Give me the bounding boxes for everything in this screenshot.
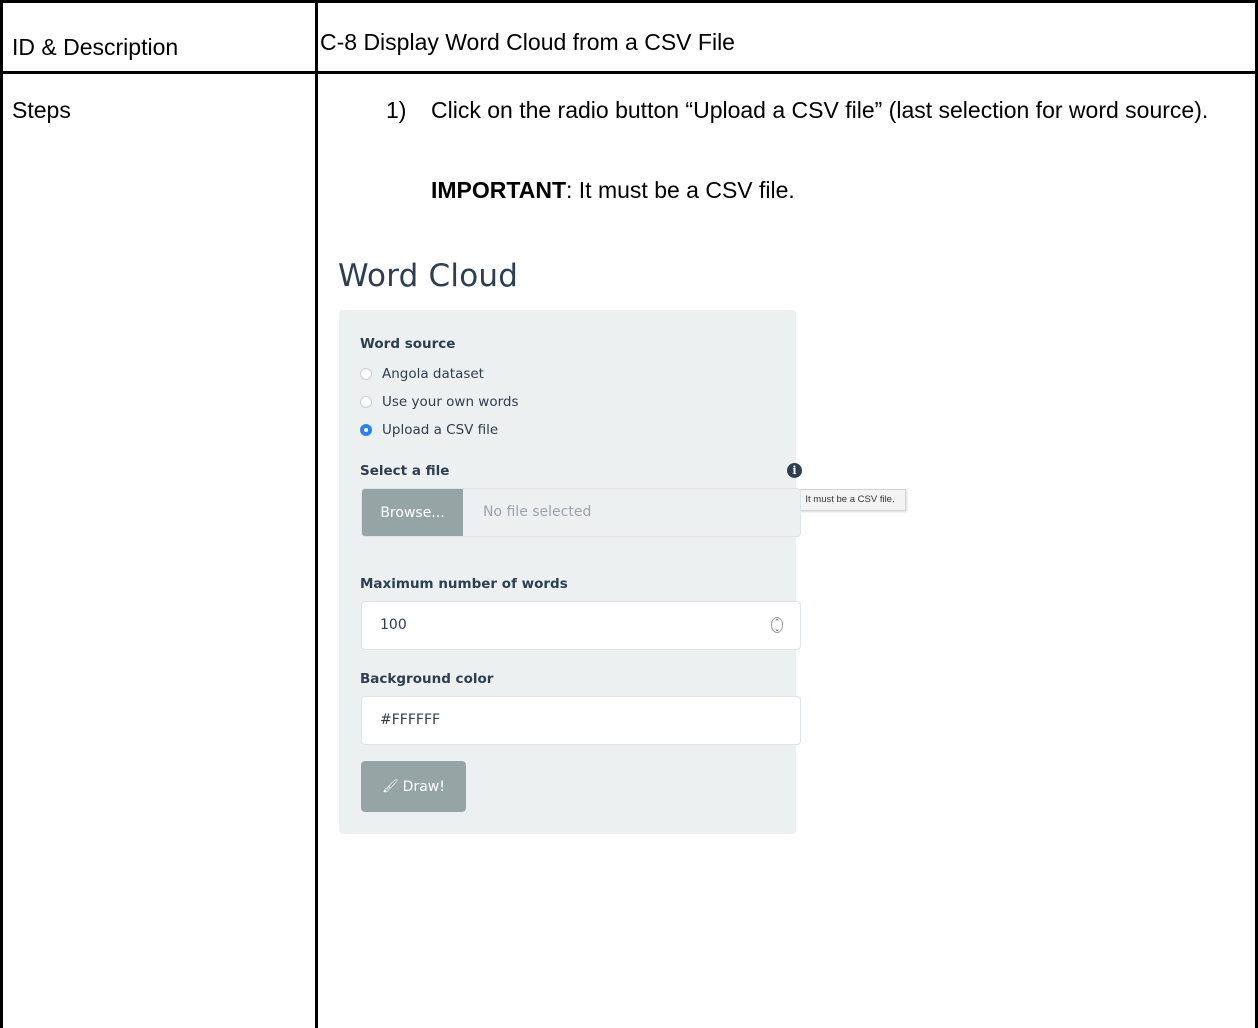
browse-button[interactable]: Browse... [362,489,463,536]
id-description-value: C-8 Display Word Cloud from a CSV File [320,29,735,55]
select-file-label: Select a file [360,463,450,479]
important-text: : It must be a CSV file. [566,177,795,203]
table-border-left [0,0,3,1028]
radio-own-words[interactable]: Use your own words [360,394,519,410]
radio-label: Upload a CSV file [382,422,499,438]
bg-color-input[interactable]: #FFFFFF [361,696,801,745]
app-title: Word Cloud [338,258,519,294]
important-label: IMPORTANT [431,177,567,203]
step-number: 1) [386,97,407,123]
radio-label: Angola dataset [382,366,484,382]
draw-label: Draw! [402,778,445,795]
steps-label: Steps [12,97,71,123]
radio-icon [360,368,372,380]
info-circle-icon[interactable]: i [787,463,802,478]
radio-checked-icon [360,424,372,436]
id-description-label: ID & Description [12,34,179,60]
table-column-divider [315,0,318,1028]
tooltip: It must be a CSV file. [794,489,906,511]
sidebar-panel [339,310,796,834]
draw-button[interactable]: 🖌 Draw! [361,761,466,812]
paint-brush-icon: 🖌 [382,779,399,794]
word-source-label: Word source [360,336,456,352]
table-row-divider [0,71,1258,74]
spinner-icon[interactable]: ⌃ ⌄ [771,617,783,633]
max-words-input[interactable]: 100 ⌃ ⌄ [361,601,801,650]
table-border-top [0,0,1258,3]
file-placeholder: No file selected [483,504,592,520]
radio-icon [360,396,372,408]
max-words-value: 100 [380,617,407,633]
radio-label: Use your own words [382,394,519,410]
radio-angola-dataset[interactable]: Angola dataset [360,366,484,382]
file-input[interactable]: Browse... No file selected [361,488,801,537]
important-note: IMPORTANT: It must be a CSV file. [431,176,795,204]
max-words-label: Maximum number of words [360,576,568,592]
bg-color-label: Background color [360,671,494,687]
step-instruction: Click on the radio button “Upload a CSV … [431,97,1209,123]
bg-color-value: #FFFFFF [380,712,441,728]
radio-upload-csv[interactable]: Upload a CSV file [360,422,498,438]
